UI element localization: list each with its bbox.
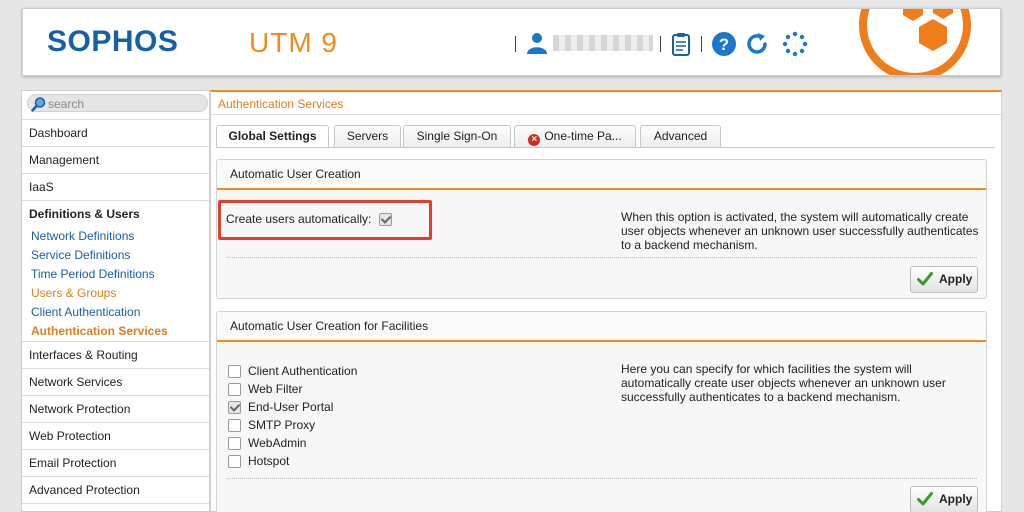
search-input[interactable]: search [27, 94, 208, 112]
panel-description: Here you can specify for which facilitie… [621, 362, 946, 404]
tab-single-sign-on[interactable]: Single Sign-On [403, 125, 511, 147]
facility-label: Web Filter [248, 382, 303, 396]
panel-facilities: Automatic User Creation for Facilities C… [216, 311, 987, 512]
nav-management[interactable]: Management [22, 146, 209, 173]
nav-network-protection[interactable]: Network Protection [22, 395, 209, 422]
nav-dashboard[interactable]: Dashboard [22, 119, 209, 146]
help-icon[interactable]: ? [711, 31, 737, 57]
app-header: SOPHOS UTM 9 ? [22, 8, 1001, 76]
nav-endpoint-protection[interactable]: Endpoint Protection [22, 503, 209, 512]
nav-iaas[interactable]: IaaS [22, 173, 209, 200]
svg-text:?: ? [719, 35, 729, 54]
search-icon [31, 97, 46, 112]
product-name: UTM 9 [249, 27, 338, 58]
apply-label: Apply [939, 272, 973, 286]
webadmin-checkbox[interactable] [228, 437, 241, 450]
apply-button[interactable]: Apply [910, 486, 978, 512]
nav-service-definitions[interactable]: Service Definitions [31, 248, 130, 262]
panel-description: When this option is activated, the syste… [621, 210, 979, 252]
apply-button[interactable]: Apply [910, 266, 978, 293]
nav-time-period-definitions[interactable]: Time Period Definitions [31, 267, 155, 281]
tab-one-time-passwords-label: One-time Pa... [544, 129, 622, 143]
dotted-divider [227, 478, 977, 479]
smtp-proxy-checkbox[interactable] [228, 419, 241, 432]
nav-email-protection[interactable]: Email Protection [22, 449, 209, 476]
nav-client-authentication[interactable]: Client Authentication [31, 305, 140, 319]
tab-servers[interactable]: Servers [334, 125, 401, 147]
nav-authentication-services[interactable]: Authentication Services [31, 324, 168, 338]
dotted-divider [227, 257, 977, 258]
facility-label: Client Authentication [248, 364, 358, 378]
check-icon [917, 492, 933, 506]
main-content: Authentication Services Global Settings … [210, 90, 1002, 512]
end-user-portal-checkbox[interactable] [228, 401, 241, 414]
reload-icon[interactable] [744, 31, 770, 57]
page-title: Authentication Services [218, 97, 344, 111]
highlight-annotation [218, 200, 432, 240]
apply-label: Apply [939, 492, 973, 506]
nav-advanced-protection[interactable]: Advanced Protection [22, 476, 209, 503]
facility-label: End-User Portal [248, 400, 334, 414]
nav-interfaces-routing[interactable]: Interfaces & Routing [22, 341, 209, 368]
nav-definitions-users[interactable]: Definitions & Users [29, 207, 140, 221]
facility-label: Hotspot [248, 454, 290, 468]
nav-network-services[interactable]: Network Services [22, 368, 209, 395]
tab-one-time-passwords[interactable]: × One-time Pa... [514, 125, 636, 147]
tab-advanced[interactable]: Advanced [640, 125, 721, 147]
client-authentication-checkbox[interactable] [228, 365, 241, 378]
facility-label: WebAdmin [248, 436, 307, 450]
hotspot-checkbox[interactable] [228, 455, 241, 468]
header-separator [515, 36, 516, 52]
header-separator [660, 36, 661, 52]
nav-network-definitions[interactable]: Network Definitions [31, 229, 134, 243]
username-redacted[interactable] [553, 35, 653, 51]
user-icon[interactable] [525, 31, 549, 55]
sidebar: search Dashboard Management IaaS Definit… [21, 90, 210, 512]
search-placeholder: search [48, 97, 85, 111]
spinner-icon [782, 31, 808, 57]
clipboard-icon[interactable] [668, 31, 694, 57]
web-filter-checkbox[interactable] [228, 383, 241, 396]
brand-emblem [859, 9, 971, 75]
tab-global-settings[interactable]: Global Settings [216, 125, 329, 148]
panel-title: Automatic User Creation for Facilities [217, 312, 986, 342]
title-divider [211, 114, 1001, 115]
sophos-logo: SOPHOS [47, 25, 179, 58]
check-icon [917, 272, 933, 286]
facility-label: SMTP Proxy [248, 418, 316, 432]
nav-group-definitions-users: Definitions & Users Network Definitions … [22, 200, 209, 340]
error-icon: × [528, 134, 541, 146]
panel-title: Automatic User Creation [217, 160, 986, 190]
tab-bar-divider [216, 147, 995, 148]
nav-users-groups[interactable]: Users & Groups [31, 286, 116, 300]
nav-web-protection[interactable]: Web Protection [22, 422, 209, 449]
header-separator [701, 36, 702, 52]
